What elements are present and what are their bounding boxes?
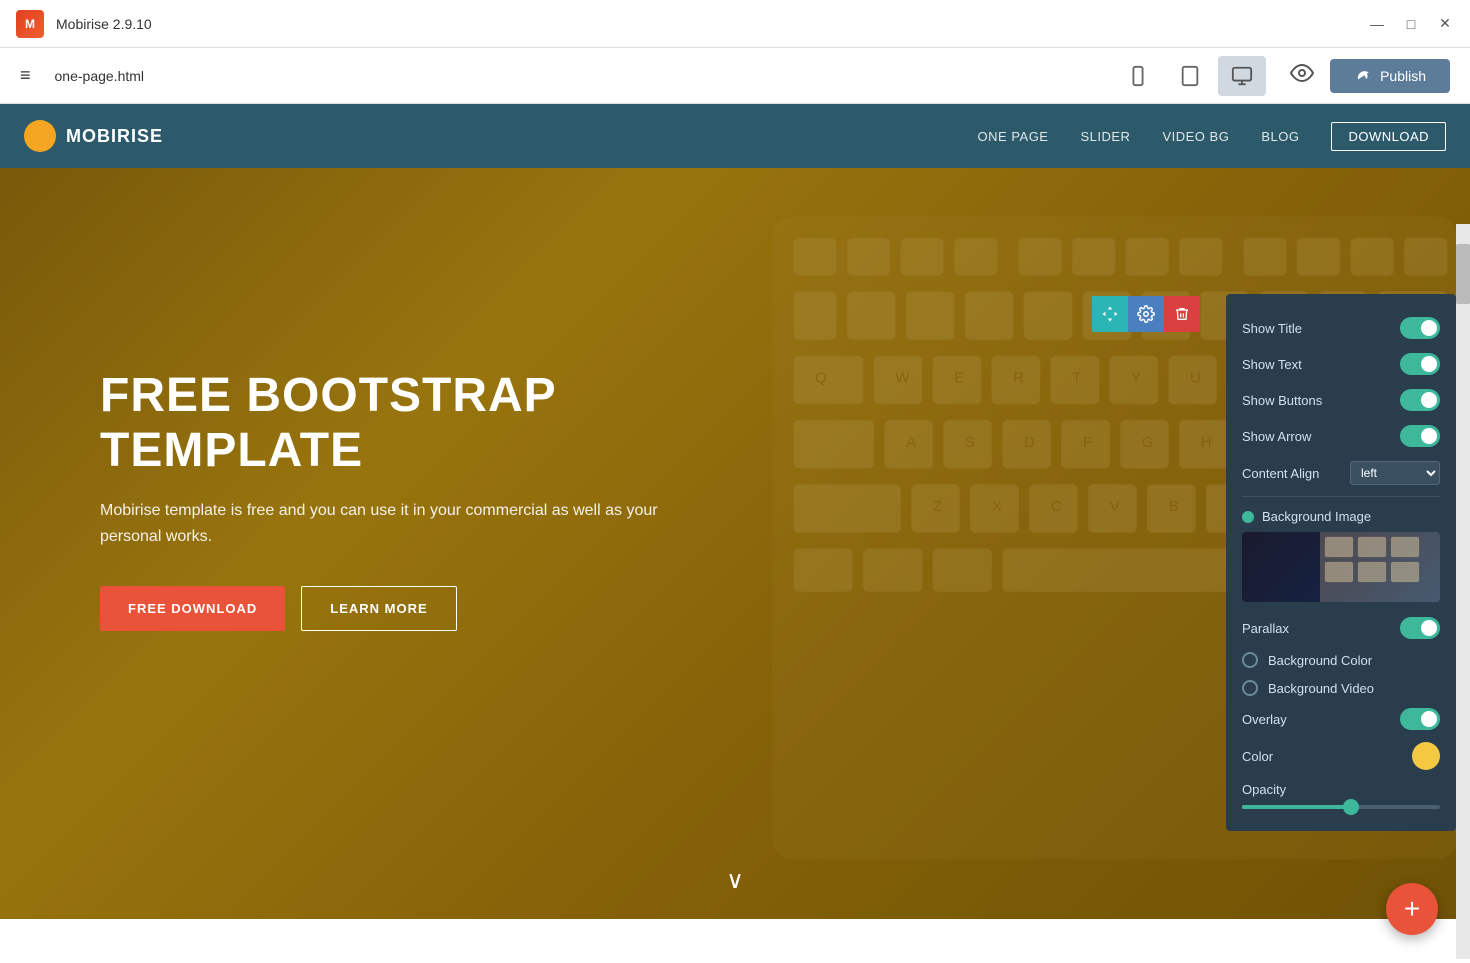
- maximize-button[interactable]: □: [1402, 15, 1420, 33]
- show-buttons-track[interactable]: [1400, 389, 1440, 411]
- parallax-track[interactable]: [1400, 617, 1440, 639]
- opacity-row: Opacity: [1242, 776, 1440, 815]
- background-video-radio[interactable]: [1242, 680, 1258, 696]
- nav-links: ONE PAGE SLIDER VIDEO BG BLOG DOWNLOAD: [978, 122, 1446, 151]
- toolbar-right: Publish: [1290, 59, 1450, 93]
- app-title: Mobirise 2.9.10: [56, 16, 152, 32]
- toolbar: ≡ one-page.html: [0, 48, 1470, 104]
- background-color-radio[interactable]: [1242, 652, 1258, 668]
- show-text-label: Show Text: [1242, 357, 1302, 372]
- mobile-device-button[interactable]: [1114, 56, 1162, 96]
- background-image-thumbnail[interactable]: [1242, 532, 1440, 602]
- minimize-button[interactable]: —: [1368, 15, 1386, 33]
- free-download-button[interactable]: FREE DOWNLOAD: [100, 586, 285, 631]
- site-logo: MOBIRISE: [24, 120, 163, 152]
- show-arrow-toggle[interactable]: [1400, 425, 1440, 447]
- show-arrow-label: Show Arrow: [1242, 429, 1311, 444]
- show-buttons-row: Show Buttons: [1242, 382, 1440, 418]
- window-controls: — □ ✕: [1368, 15, 1454, 33]
- menu-icon[interactable]: ≡: [20, 65, 31, 86]
- nav-download[interactable]: DOWNLOAD: [1331, 122, 1446, 151]
- opacity-slider-thumb[interactable]: [1343, 799, 1359, 815]
- title-bar: M Mobirise 2.9.10 — □ ✕: [0, 0, 1470, 48]
- settings-panel: Show Title Show Text Show Buttons: [1226, 294, 1456, 831]
- close-button[interactable]: ✕: [1436, 15, 1454, 33]
- show-arrow-thumb: [1421, 428, 1437, 444]
- logo-circle: [24, 120, 56, 152]
- nav-video-bg[interactable]: VIDEO BG: [1162, 129, 1229, 144]
- overlay-thumb: [1421, 711, 1437, 727]
- show-text-thumb: [1421, 356, 1437, 372]
- parallax-thumb: [1421, 620, 1437, 636]
- opacity-slider-fill: [1242, 805, 1351, 809]
- show-text-track[interactable]: [1400, 353, 1440, 375]
- desktop-device-button[interactable]: [1218, 56, 1266, 96]
- logo-text: MOBIRISE: [66, 126, 163, 147]
- section-action-buttons: [1092, 296, 1200, 332]
- nav-one-page[interactable]: ONE PAGE: [978, 129, 1049, 144]
- learn-more-button[interactable]: LEARN MORE: [301, 586, 456, 631]
- background-image-header: Background Image: [1242, 509, 1440, 524]
- nav-blog[interactable]: BLOG: [1261, 129, 1299, 144]
- show-title-thumb: [1421, 320, 1437, 336]
- scroll-arrow[interactable]: ∨: [726, 866, 744, 895]
- bg-image-indicator: [1242, 511, 1254, 523]
- preview-button[interactable]: [1290, 61, 1314, 91]
- show-title-toggle[interactable]: [1400, 317, 1440, 339]
- background-color-label: Background Color: [1268, 653, 1372, 668]
- scrollbar[interactable]: [1456, 224, 1470, 959]
- opacity-label: Opacity: [1242, 782, 1440, 797]
- background-video-label: Background Video: [1268, 681, 1374, 696]
- hero-buttons: FREE DOWNLOAD LEARN MORE: [100, 586, 660, 631]
- content-align-label: Content Align: [1242, 466, 1319, 481]
- overlay-toggle[interactable]: [1400, 708, 1440, 730]
- publish-button[interactable]: Publish: [1330, 59, 1450, 93]
- background-image-section: Background Image: [1242, 501, 1440, 610]
- show-title-track[interactable]: [1400, 317, 1440, 339]
- navigation-bar: MOBIRISE ONE PAGE SLIDER VIDEO BG BLOG D…: [0, 104, 1470, 168]
- overlay-label: Overlay: [1242, 712, 1287, 727]
- parallax-toggle[interactable]: [1400, 617, 1440, 639]
- content-align-row: Content Align left center right: [1242, 454, 1440, 492]
- show-title-row: Show Title: [1242, 310, 1440, 346]
- show-buttons-toggle[interactable]: [1400, 389, 1440, 411]
- content-align-select[interactable]: left center right: [1350, 461, 1440, 485]
- section-move-button[interactable]: [1092, 296, 1128, 332]
- show-title-label: Show Title: [1242, 321, 1302, 336]
- divider-1: [1242, 496, 1440, 497]
- show-text-toggle[interactable]: [1400, 353, 1440, 375]
- overlay-track[interactable]: [1400, 708, 1440, 730]
- app-logo: M: [16, 10, 44, 38]
- parallax-row: Parallax: [1242, 610, 1440, 646]
- section-settings-button[interactable]: [1128, 296, 1164, 332]
- show-buttons-label: Show Buttons: [1242, 393, 1322, 408]
- tablet-device-button[interactable]: [1166, 56, 1214, 96]
- color-label: Color: [1242, 749, 1273, 764]
- section-delete-button[interactable]: [1164, 296, 1200, 332]
- background-color-row[interactable]: Background Color: [1242, 646, 1440, 674]
- hero-subtitle: Mobirise template is free and you can us…: [100, 498, 660, 549]
- overlay-row: Overlay: [1242, 702, 1440, 736]
- opacity-slider-track[interactable]: [1242, 805, 1440, 809]
- device-switcher: [1114, 56, 1266, 96]
- scrollbar-thumb[interactable]: [1456, 244, 1470, 304]
- hero-title: FREE BOOTSTRAP TEMPLATE: [100, 368, 660, 478]
- color-swatch[interactable]: [1412, 742, 1440, 770]
- nav-slider[interactable]: SLIDER: [1080, 129, 1130, 144]
- show-arrow-track[interactable]: [1400, 425, 1440, 447]
- background-image-label: Background Image: [1262, 509, 1371, 524]
- color-row: Color: [1242, 736, 1440, 776]
- show-text-row: Show Text: [1242, 346, 1440, 382]
- hero-content: FREE BOOTSTRAP TEMPLATE Mobirise templat…: [100, 368, 660, 631]
- filename-label: one-page.html: [55, 68, 145, 84]
- show-buttons-thumb: [1421, 392, 1437, 408]
- background-video-row[interactable]: Background Video: [1242, 674, 1440, 702]
- parallax-label: Parallax: [1242, 621, 1289, 636]
- show-arrow-row: Show Arrow: [1242, 418, 1440, 454]
- add-section-button[interactable]: +: [1386, 883, 1438, 935]
